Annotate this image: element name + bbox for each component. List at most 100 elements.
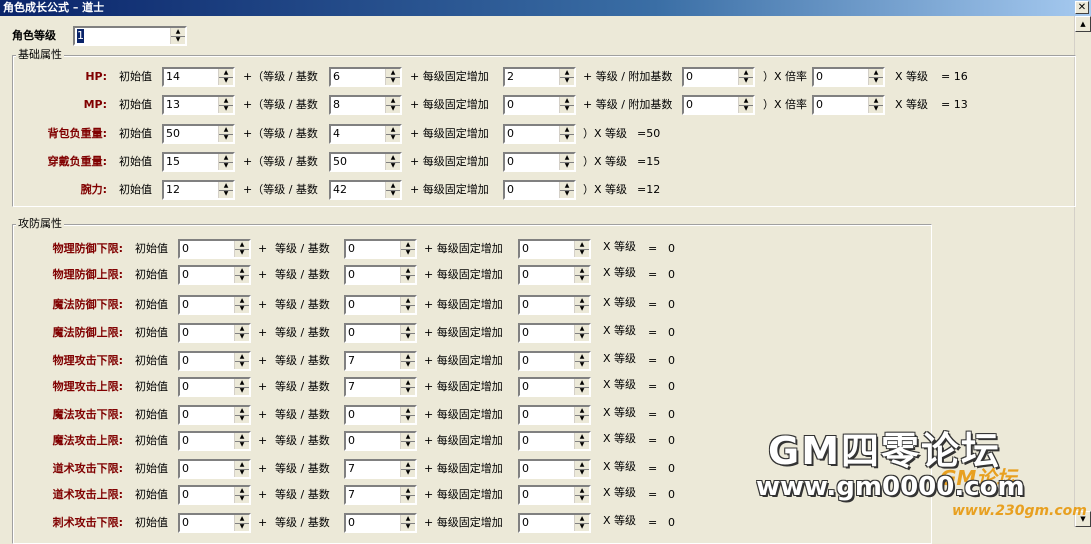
spin-down-icon[interactable]: ▼	[575, 523, 589, 531]
init-input[interactable]: 0 ▲ ▼	[178, 485, 251, 505]
spin-down-icon[interactable]: ▼	[575, 249, 589, 257]
spin-buttons[interactable]: ▲ ▼	[559, 182, 574, 198]
scroll-up-arrow-icon[interactable]: ▲	[1075, 16, 1091, 32]
multiplier-input[interactable]: 0 ▲ ▼	[812, 67, 885, 87]
spin-down-icon[interactable]: ▼	[219, 105, 233, 113]
init-input[interactable]: 0 ▲ ▼	[178, 431, 251, 451]
level-spin-buttons[interactable]: ▲ ▼	[170, 28, 185, 44]
spin-buttons[interactable]: ▲ ▼	[559, 97, 574, 113]
spin-buttons[interactable]: ▲ ▼	[234, 353, 249, 369]
spin-down-icon[interactable]: ▼	[560, 190, 574, 198]
spin-down-icon[interactable]: ▼	[235, 361, 249, 369]
spin-buttons[interactable]: ▲ ▼	[385, 182, 400, 198]
spin-down-icon[interactable]: ▼	[235, 441, 249, 449]
spin-down-icon[interactable]: ▼	[575, 441, 589, 449]
spin-down-icon[interactable]: ▼	[560, 105, 574, 113]
spin-down-icon[interactable]: ▼	[560, 134, 574, 142]
spin-buttons[interactable]: ▲ ▼	[574, 407, 589, 423]
spin-buttons[interactable]: ▲ ▼	[234, 407, 249, 423]
spin-buttons[interactable]: ▲ ▼	[400, 241, 415, 257]
increment-input[interactable]: 0 ▲ ▼	[518, 405, 591, 425]
base-input[interactable]: 7 ▲ ▼	[344, 351, 417, 371]
spin-down-icon[interactable]: ▼	[235, 275, 249, 283]
spin-down-icon[interactable]: ▼	[401, 387, 415, 395]
init-input[interactable]: 14 ▲ ▼	[162, 67, 235, 87]
spin-down-icon[interactable]: ▼	[401, 275, 415, 283]
base-input[interactable]: 50 ▲ ▼	[329, 152, 402, 172]
spin-down-icon[interactable]: ▼	[235, 333, 249, 341]
spin-buttons[interactable]: ▲ ▼	[574, 487, 589, 503]
spin-buttons[interactable]: ▲ ▼	[218, 69, 233, 85]
spin-buttons[interactable]: ▲ ▼	[574, 515, 589, 531]
spin-down-icon[interactable]: ▼	[401, 333, 415, 341]
spin-buttons[interactable]: ▲ ▼	[400, 487, 415, 503]
spin-buttons[interactable]: ▲ ▼	[868, 97, 883, 113]
spin-buttons[interactable]: ▲ ▼	[400, 461, 415, 477]
spin-down-icon[interactable]: ▼	[575, 361, 589, 369]
spin-down-icon[interactable]: ▼	[401, 523, 415, 531]
close-button[interactable]: ✕	[1075, 1, 1089, 14]
spin-buttons[interactable]: ▲ ▼	[400, 433, 415, 449]
init-input[interactable]: 0 ▲ ▼	[178, 323, 251, 343]
spin-buttons[interactable]: ▲ ▼	[234, 379, 249, 395]
base-input[interactable]: 8 ▲ ▼	[329, 95, 402, 115]
increment-input[interactable]: 0 ▲ ▼	[518, 431, 591, 451]
spin-buttons[interactable]: ▲ ▼	[234, 461, 249, 477]
init-input[interactable]: 0 ▲ ▼	[178, 405, 251, 425]
spin-buttons[interactable]: ▲ ▼	[559, 69, 574, 85]
spin-down-icon[interactable]: ▼	[575, 275, 589, 283]
spin-buttons[interactable]: ▲ ▼	[400, 325, 415, 341]
increment-input[interactable]: 0 ▲ ▼	[518, 295, 591, 315]
increment-input[interactable]: 0 ▲ ▼	[518, 513, 591, 533]
increment-input[interactable]: 0 ▲ ▼	[518, 459, 591, 479]
spin-buttons[interactable]: ▲ ▼	[385, 126, 400, 142]
spin-buttons[interactable]: ▲ ▼	[574, 461, 589, 477]
spin-buttons[interactable]: ▲ ▼	[385, 154, 400, 170]
increment-input[interactable]: 0 ▲ ▼	[503, 180, 576, 200]
level-spinner[interactable]: 1 ▲ ▼	[73, 26, 187, 46]
init-input[interactable]: 0 ▲ ▼	[178, 265, 251, 285]
base-input[interactable]: 7 ▲ ▼	[344, 459, 417, 479]
spin-down-icon[interactable]: ▼	[219, 77, 233, 85]
spin-buttons[interactable]: ▲ ▼	[234, 297, 249, 313]
spin-buttons[interactable]: ▲ ▼	[400, 267, 415, 283]
base-input[interactable]: 0 ▲ ▼	[344, 513, 417, 533]
increment-input[interactable]: 0 ▲ ▼	[518, 485, 591, 505]
base-input[interactable]: 0 ▲ ▼	[344, 431, 417, 451]
increment-input[interactable]: 0 ▲ ▼	[518, 377, 591, 397]
spin-down-icon[interactable]: ▼	[575, 495, 589, 503]
spin-down-icon[interactable]: ▼	[739, 77, 753, 85]
base-input[interactable]: 7 ▲ ▼	[344, 377, 417, 397]
spin-buttons[interactable]: ▲ ▼	[385, 69, 400, 85]
spin-down-icon[interactable]: ▼	[401, 305, 415, 313]
increment-input[interactable]: 0 ▲ ▼	[503, 152, 576, 172]
extra-base-input[interactable]: 0 ▲ ▼	[682, 67, 755, 87]
spin-down-icon[interactable]: ▼	[235, 469, 249, 477]
spin-buttons[interactable]: ▲ ▼	[738, 97, 753, 113]
spin-buttons[interactable]: ▲ ▼	[234, 267, 249, 283]
spin-down-icon[interactable]: ▼	[575, 469, 589, 477]
base-input[interactable]: 0 ▲ ▼	[344, 295, 417, 315]
spin-buttons[interactable]: ▲ ▼	[574, 353, 589, 369]
spin-buttons[interactable]: ▲ ▼	[574, 241, 589, 257]
spin-down-icon[interactable]: ▼	[401, 249, 415, 257]
spin-buttons[interactable]: ▲ ▼	[400, 297, 415, 313]
spin-buttons[interactable]: ▲ ▼	[400, 353, 415, 369]
spin-down-icon[interactable]: ▼	[575, 387, 589, 395]
spin-buttons[interactable]: ▲ ▼	[385, 97, 400, 113]
base-input[interactable]: 0 ▲ ▼	[344, 323, 417, 343]
spin-buttons[interactable]: ▲ ▼	[868, 69, 883, 85]
spin-down-icon[interactable]: ▼	[235, 249, 249, 257]
spin-buttons[interactable]: ▲ ▼	[218, 97, 233, 113]
spin-down-icon[interactable]: ▼	[560, 162, 574, 170]
spin-buttons[interactable]: ▲ ▼	[559, 126, 574, 142]
increment-input[interactable]: 0 ▲ ▼	[518, 265, 591, 285]
spin-buttons[interactable]: ▲ ▼	[574, 379, 589, 395]
spin-buttons[interactable]: ▲ ▼	[400, 407, 415, 423]
spin-buttons[interactable]: ▲ ▼	[218, 126, 233, 142]
spin-down-icon[interactable]: ▼	[386, 190, 400, 198]
spin-down-icon[interactable]: ▼	[219, 162, 233, 170]
base-input[interactable]: 4 ▲ ▼	[329, 124, 402, 144]
spin-down-icon[interactable]: ▼	[401, 495, 415, 503]
spin-down-icon[interactable]: ▼	[575, 305, 589, 313]
